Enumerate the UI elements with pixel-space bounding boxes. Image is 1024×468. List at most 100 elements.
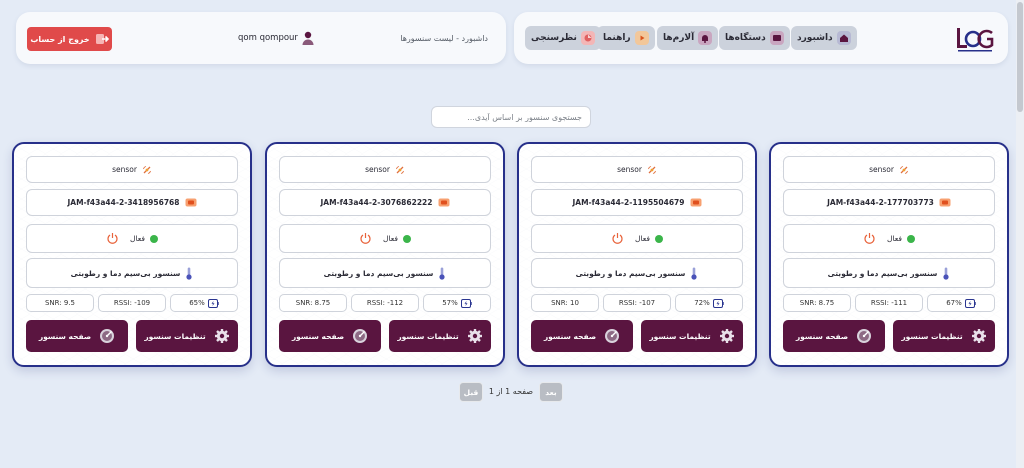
sensor-id-row: JAM-f43a44-2-3418956768: [26, 189, 238, 216]
battery-chip: 67%: [927, 294, 995, 312]
snr-value: SNR: 10: [551, 299, 579, 307]
sensor-name-row: سنسور بی‌سیم دما و رطوبتی: [531, 258, 743, 288]
sensor-stats: SNR: 10 RSSI: -107 72%: [531, 294, 743, 312]
battery-value: 67%: [946, 299, 962, 307]
sensor-page-button[interactable]: صفحه سنسور: [783, 320, 885, 352]
sensor-name: سنسور بی‌سیم دما و رطوبتی: [575, 268, 686, 278]
snr-value: SNR: 8.75: [799, 299, 835, 307]
sensor-status-row: فعال: [531, 224, 743, 253]
rssi-chip: RSSI: -107: [603, 294, 671, 312]
sensor-status: فعال: [887, 234, 902, 243]
thermometer-icon: [943, 267, 949, 280]
rssi-chip: RSSI: -111: [855, 294, 923, 312]
logout-icon: [95, 34, 109, 44]
thermometer-icon: [186, 267, 192, 280]
battery-value: 57%: [442, 299, 458, 307]
tag-icon: [438, 198, 449, 207]
nav-guide[interactable]: راهنما: [597, 26, 655, 50]
play-icon: [634, 31, 649, 45]
nav-dashboard[interactable]: داشبورد: [791, 26, 857, 50]
sensor-icon: [143, 165, 151, 174]
user-name: qom qompour: [238, 33, 298, 43]
battery-icon: [964, 298, 976, 308]
sensor-id: JAM-f43a44-2-3418956768: [67, 198, 180, 207]
logout-button[interactable]: خروج از حساب: [27, 27, 112, 51]
sensor-id: JAM-f43a44-2-177703773: [827, 198, 934, 207]
settings-label: تنظیمات سنسور: [901, 331, 963, 341]
home-icon: [836, 31, 851, 45]
user-info[interactable]: qom qompour: [238, 30, 314, 46]
battery-value: 72%: [694, 299, 710, 307]
sensor-settings-button[interactable]: تنظیمات سنسور: [641, 320, 743, 352]
tag-icon: [690, 198, 701, 207]
power-icon: [864, 233, 875, 244]
sensor-icon: [396, 165, 404, 174]
gauge-icon: [352, 328, 368, 344]
battery-icon: [712, 298, 724, 308]
sensor-page-button[interactable]: صفحه سنسور: [26, 320, 128, 352]
breadcrumb: داشبورد - لیست سنسورها: [400, 34, 488, 43]
power-icon: [612, 233, 623, 244]
nav-alarms[interactable]: آلارم‌ها: [657, 26, 719, 50]
gauge-icon: [99, 328, 115, 344]
nav-devices[interactable]: دستگاه‌ها: [719, 26, 790, 50]
tag-icon: [185, 198, 196, 207]
battery-icon: [207, 298, 219, 308]
battery-chip: 72%: [675, 294, 743, 312]
scrollbar[interactable]: [1016, 0, 1024, 468]
sensor-icon: [900, 165, 908, 174]
sensor-card: sensor JAM-f43a44-2-177703773 فعال سنسور…: [769, 142, 1009, 367]
gear-icon: [719, 328, 735, 344]
sensor-status: فعال: [130, 234, 145, 243]
next-page-button[interactable]: بعد: [539, 382, 563, 402]
thermometer-icon: [691, 267, 697, 280]
user-panel: داشبورد - لیست سنسورها qom qompour خروج …: [16, 12, 506, 64]
sensor-settings-button[interactable]: تنظیمات سنسور: [389, 320, 491, 352]
sensor-id: JAM-f43a44-2-3076862222: [320, 198, 433, 207]
page-label: صفحه سنسور: [795, 331, 849, 341]
status-indicator: [654, 234, 663, 243]
sensor-id: JAM-f43a44-2-1195504679: [572, 198, 685, 207]
settings-label: تنظیمات سنسور: [397, 331, 459, 341]
snr-value: SNR: 9.5: [44, 299, 76, 307]
sensor-stats: SNR: 8.75 RSSI: -111 67%: [783, 294, 995, 312]
nav-panel: داشبورد دستگاه‌ها آلارم‌ها راهنما نظرسنج…: [514, 12, 1008, 64]
sensor-settings-button[interactable]: تنظیمات سنسور: [136, 320, 238, 352]
sensor-settings-button[interactable]: تنظیمات سنسور: [893, 320, 995, 352]
snr-chip: SNR: 8.75: [783, 294, 851, 312]
sensor-page-button[interactable]: صفحه سنسور: [531, 320, 633, 352]
settings-label: تنظیمات سنسور: [144, 331, 206, 341]
power-icon: [360, 233, 371, 244]
power-icon: [107, 233, 118, 244]
sensor-stats: SNR: 9.5 RSSI: -109 65%: [26, 294, 238, 312]
sensor-name: سنسور بی‌سیم دما و رطوبتی: [323, 268, 434, 278]
sensor-id-row: JAM-f43a44-2-1195504679: [531, 189, 743, 216]
user-icon: [302, 31, 314, 45]
sensor-page-button[interactable]: صفحه سنسور: [279, 320, 381, 352]
sensor-type: sensor: [365, 165, 390, 174]
sensor-type-row: sensor: [783, 156, 995, 183]
logo-icon[interactable]: [956, 25, 994, 53]
status-indicator: [149, 234, 158, 243]
sensor-icon: [648, 165, 656, 174]
prev-page-button[interactable]: قبل: [459, 382, 483, 402]
rssi-chip: RSSI: -112: [351, 294, 419, 312]
sensor-type-row: sensor: [279, 156, 491, 183]
scrollbar-thumb[interactable]: [1017, 2, 1023, 112]
search-input[interactable]: [431, 106, 591, 128]
battery-chip: 57%: [423, 294, 491, 312]
gear-icon: [214, 328, 230, 344]
device-icon: [769, 31, 784, 45]
rssi-value: RSSI: -107: [618, 299, 656, 307]
rssi-value: RSSI: -111: [870, 299, 908, 307]
sensor-name-row: سنسور بی‌سیم دما و رطوبتی: [783, 258, 995, 288]
page-label: صفحه سنسور: [38, 331, 92, 341]
gauge-icon: [604, 328, 620, 344]
nav-survey[interactable]: نظرسنجی: [525, 26, 601, 50]
rssi-value: RSSI: -112: [366, 299, 404, 307]
sensor-card: sensor JAM-f43a44-2-3076862222 فعال سنسو…: [265, 142, 505, 367]
sensor-id-row: JAM-f43a44-2-3076862222: [279, 189, 491, 216]
sensor-type-row: sensor: [26, 156, 238, 183]
page-label: صفحه سنسور: [543, 331, 597, 341]
rssi-value: RSSI: -109: [113, 299, 151, 307]
